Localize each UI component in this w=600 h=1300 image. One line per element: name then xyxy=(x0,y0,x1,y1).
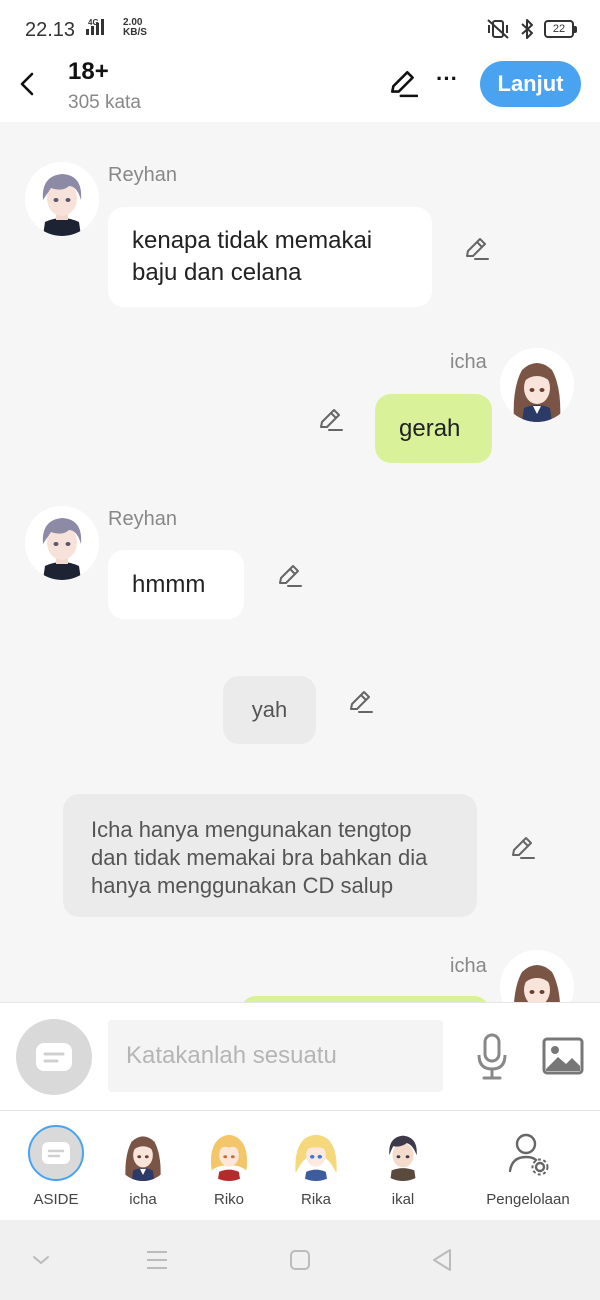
network-speed-unit: KB/S xyxy=(123,27,147,38)
microphone-icon[interactable] xyxy=(474,1033,510,1081)
network-speed: 2.00 KB/S xyxy=(123,18,147,38)
character-label: Pengelolaan xyxy=(486,1191,570,1208)
sender-name: icha xyxy=(450,955,487,977)
message-text-line: kenapa tidak memakai xyxy=(132,227,373,254)
character-avatar xyxy=(115,1125,171,1181)
menu-icon[interactable] xyxy=(142,1246,172,1274)
more-options-icon[interactable]: ··· xyxy=(434,68,460,98)
character-avatar xyxy=(375,1125,431,1181)
status-time: 22.13 xyxy=(25,19,76,41)
aside-toggle-button[interactable] xyxy=(16,1019,92,1095)
signal-icon: 4G xyxy=(86,19,104,35)
avatar-icha[interactable] xyxy=(500,950,574,1002)
manage-characters-button[interactable]: Pengelolaan xyxy=(478,1111,578,1221)
aside-bubble[interactable]: yah xyxy=(223,676,316,744)
home-icon[interactable] xyxy=(285,1246,315,1274)
avatar-reyhan[interactable] xyxy=(25,162,99,236)
avatar-reyhan[interactable] xyxy=(25,506,99,580)
aside-text-line: dan tidak memakai bra bahkan dia xyxy=(91,845,428,870)
aside-bubble-icon xyxy=(36,1043,72,1071)
edit-message-icon[interactable] xyxy=(316,406,344,434)
edit-message-icon[interactable] xyxy=(346,688,374,716)
character-rika[interactable]: Rika xyxy=(276,1111,356,1221)
aside-bubble[interactable]: Icha hanya mengunakan tengtop dan tidak … xyxy=(63,794,477,917)
word-count: 305 kata xyxy=(68,92,141,113)
character-label: Riko xyxy=(213,1191,244,1208)
message-bubble[interactable]: kenapa tidak memakai baju dan celana xyxy=(108,207,432,307)
bluetooth-icon xyxy=(521,19,533,39)
aside-text: yah xyxy=(251,697,288,722)
edit-message-icon[interactable] xyxy=(508,834,536,862)
story-title: 18+ xyxy=(68,58,109,85)
character-label: Rika xyxy=(300,1191,331,1208)
battery-level: 22 xyxy=(552,23,566,35)
system-navigation-bar xyxy=(0,1220,600,1300)
story-header: 18+ 305 kata ··· Lanjut xyxy=(0,58,600,122)
character-avatar xyxy=(288,1125,344,1181)
character-icha[interactable]: icha xyxy=(103,1111,183,1221)
message-bubble[interactable]: gerah xyxy=(375,394,492,463)
message-composer xyxy=(0,1002,600,1110)
character-label: icha xyxy=(129,1191,157,1208)
sender-name: Reyhan xyxy=(108,164,177,186)
image-icon[interactable] xyxy=(542,1037,584,1075)
message-text-line: baju dan celana xyxy=(132,259,302,286)
message-bubble[interactable]: hmmm xyxy=(108,550,244,619)
message-input[interactable] xyxy=(108,1020,443,1092)
avatar-icha[interactable] xyxy=(500,348,574,422)
continue-button[interactable]: Lanjut xyxy=(480,61,581,107)
character-riko[interactable]: Riko xyxy=(189,1111,269,1221)
status-bar: 22.13 4G 2.00 KB/S 22 xyxy=(0,0,600,58)
manage-characters-icon xyxy=(508,1133,549,1176)
status-icons: 22 xyxy=(486,18,577,40)
sender-name: Reyhan xyxy=(108,508,177,530)
character-aside[interactable]: ASIDE xyxy=(16,1111,96,1221)
character-label: ASIDE xyxy=(33,1191,79,1208)
aside-text-line: hanya menggunakan CD salup xyxy=(91,873,394,898)
battery-icon: 22 xyxy=(544,20,577,38)
back-nav-icon[interactable] xyxy=(428,1246,458,1274)
character-avatar xyxy=(201,1125,257,1181)
message-text: hmmm xyxy=(132,570,206,598)
character-ikal[interactable]: ikal xyxy=(363,1111,443,1221)
chat-area[interactable]: Reyhan kenapa tidak memakai baju dan cel… xyxy=(0,122,600,1002)
message-text: gerah xyxy=(399,414,461,442)
edit-message-icon[interactable] xyxy=(462,235,490,263)
character-label: ikal xyxy=(391,1191,415,1208)
back-button[interactable] xyxy=(14,64,40,104)
network-type: 4G xyxy=(88,18,99,27)
sender-name: icha xyxy=(450,351,487,373)
back-arrow-icon xyxy=(20,72,34,96)
vibrate-mute-icon xyxy=(487,19,509,39)
edit-message-icon[interactable] xyxy=(275,562,303,590)
aside-icon xyxy=(28,1125,84,1181)
character-selector: ASIDE icha Riko Rika ikal Pengelolaan xyxy=(0,1110,600,1220)
edit-title-icon[interactable] xyxy=(388,68,418,98)
aside-text-line: Icha hanya mengunakan tengtop xyxy=(91,817,412,842)
hide-keyboard-icon[interactable] xyxy=(26,1246,56,1274)
